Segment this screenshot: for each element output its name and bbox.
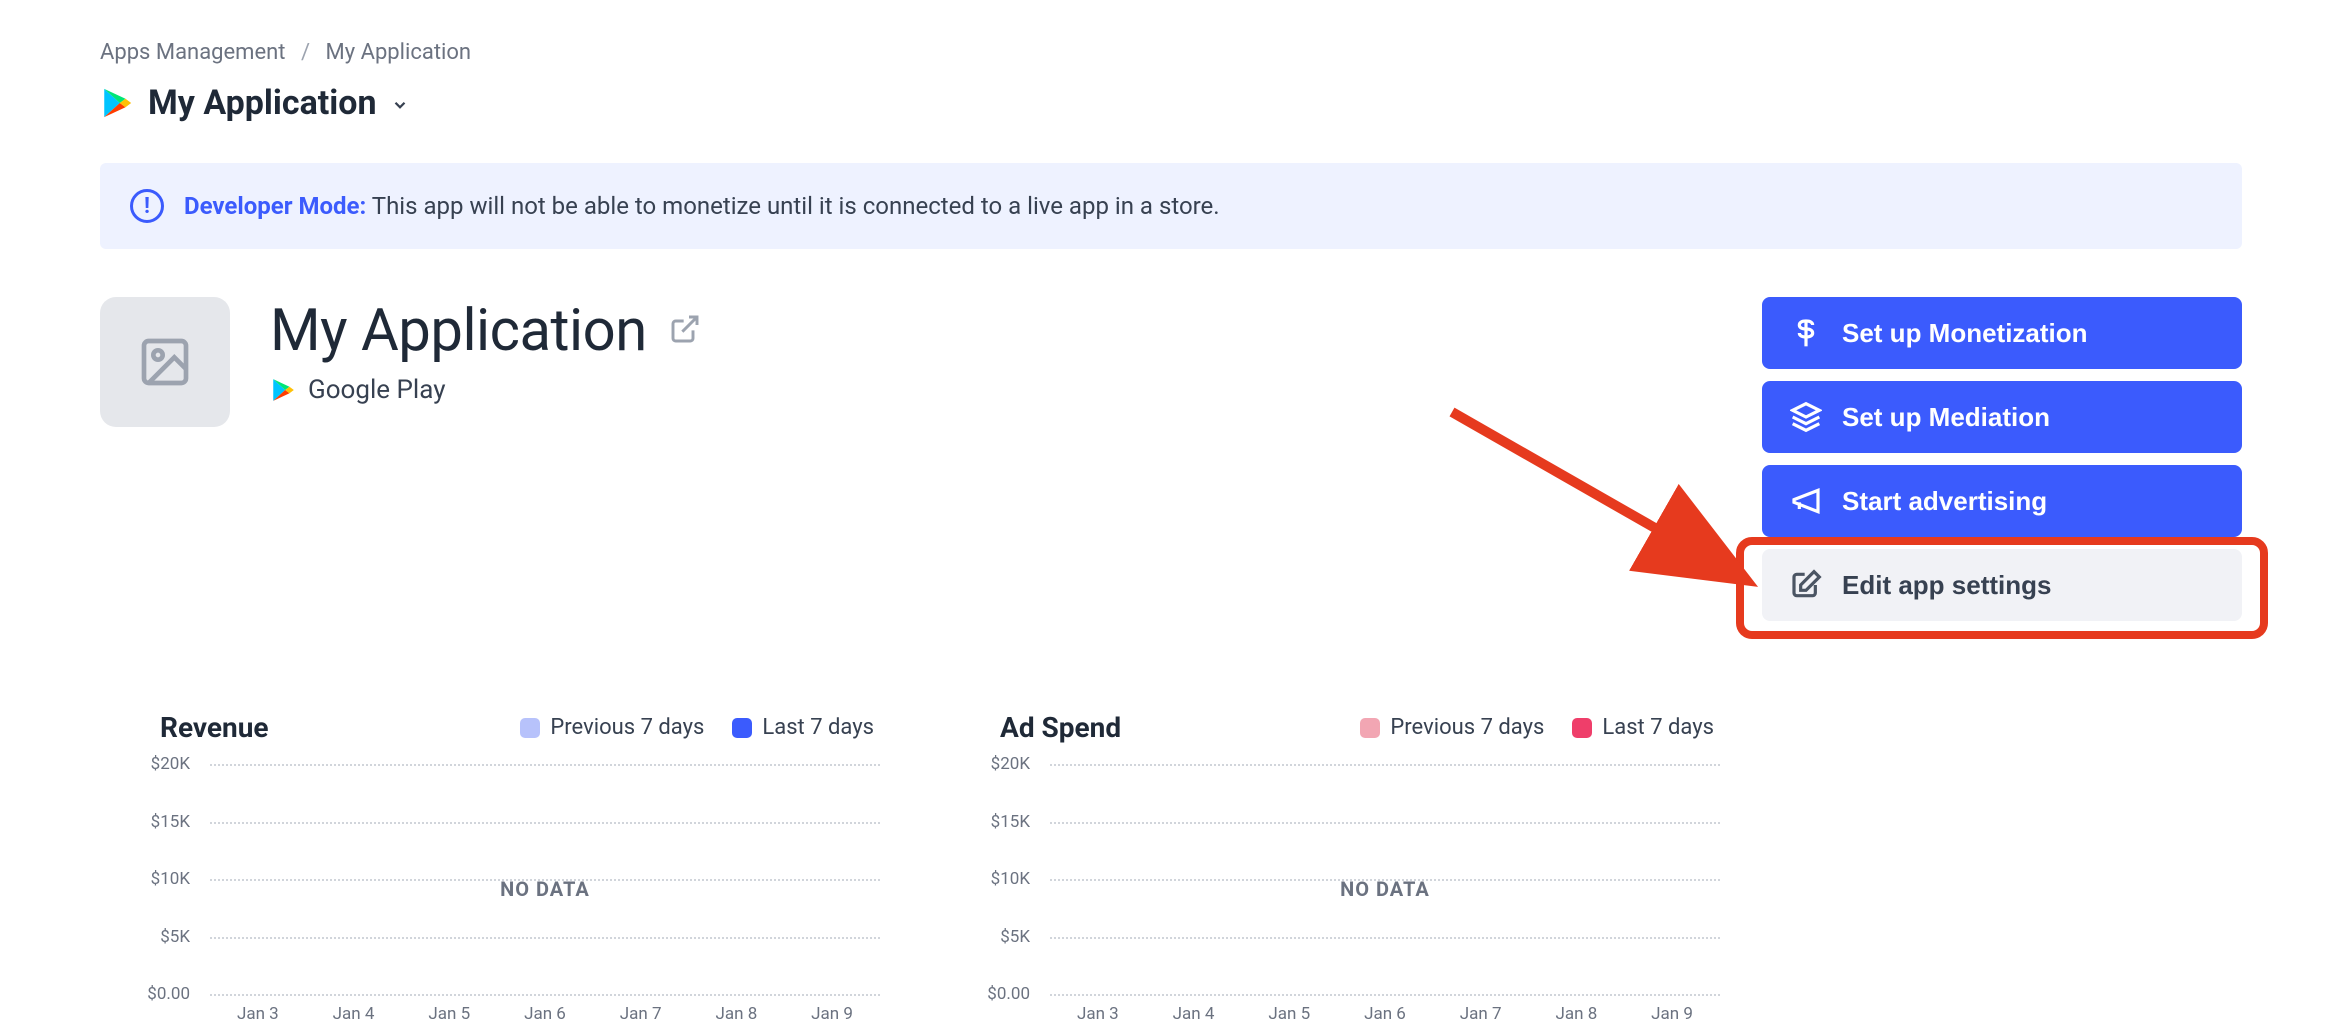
edit-icon bbox=[1790, 569, 1822, 601]
setup-monetization-button[interactable]: Set up Monetization bbox=[1762, 297, 2242, 369]
page-title: My Application bbox=[270, 297, 647, 365]
app-switcher[interactable]: My Application bbox=[100, 83, 2242, 123]
breadcrumb-root[interactable]: Apps Management bbox=[100, 40, 286, 65]
revenue-chart: Revenue Previous 7 days Last 7 days $20K… bbox=[100, 711, 880, 1024]
legend-swatch bbox=[732, 718, 752, 738]
breadcrumb: Apps Management / My Application bbox=[100, 40, 2242, 65]
chart-title: Revenue bbox=[160, 711, 269, 744]
gridline bbox=[210, 994, 880, 996]
banner-prefix: Developer Mode: bbox=[184, 192, 366, 220]
legend-label: Last 7 days bbox=[1602, 715, 1714, 740]
app-icon-placeholder bbox=[100, 297, 230, 427]
start-advertising-button[interactable]: Start advertising bbox=[1762, 465, 2242, 537]
x-tick: Jan 9 bbox=[1651, 1004, 1693, 1024]
store-name: Google Play bbox=[308, 375, 446, 405]
legend-label: Last 7 days bbox=[762, 715, 874, 740]
y-tick: $5K bbox=[1000, 927, 1030, 947]
dollar-icon bbox=[1790, 317, 1822, 349]
chart-legend: Previous 7 days Last 7 days bbox=[520, 715, 874, 740]
google-play-icon bbox=[270, 377, 296, 403]
layers-icon bbox=[1790, 401, 1822, 433]
adspend-chart: Ad Spend Previous 7 days Last 7 days $20… bbox=[940, 711, 1720, 1024]
y-tick: $10K bbox=[151, 869, 190, 889]
chevron-down-icon bbox=[391, 83, 409, 123]
legend-item-previous: Previous 7 days bbox=[520, 715, 704, 740]
x-tick: Jan 8 bbox=[715, 1004, 757, 1024]
gridline bbox=[1050, 822, 1720, 824]
no-data-label: NO DATA bbox=[1050, 877, 1720, 901]
banner-message: This app will not be able to monetize un… bbox=[372, 192, 1220, 220]
banner-text: Developer Mode: This app will not be abl… bbox=[184, 192, 1220, 220]
chart-legend: Previous 7 days Last 7 days bbox=[1360, 715, 1714, 740]
x-tick: Jan 5 bbox=[428, 1004, 470, 1024]
y-tick: $0.00 bbox=[147, 984, 190, 1004]
x-tick: Jan 7 bbox=[620, 1004, 662, 1024]
legend-item-last: Last 7 days bbox=[1572, 715, 1714, 740]
setup-monetization-label: Set up Monetization bbox=[1842, 318, 2088, 349]
setup-mediation-label: Set up Mediation bbox=[1842, 402, 2050, 433]
x-tick: Jan 6 bbox=[524, 1004, 566, 1024]
action-buttons: Set up Monetization Set up Mediation Sta… bbox=[1762, 297, 2242, 621]
breadcrumb-current: My Application bbox=[326, 40, 472, 65]
legend-swatch bbox=[520, 718, 540, 738]
y-tick: $15K bbox=[991, 812, 1030, 832]
x-tick: Jan 9 bbox=[811, 1004, 853, 1024]
y-tick: $20K bbox=[151, 754, 190, 774]
chart-title: Ad Spend bbox=[1000, 711, 1121, 744]
legend-swatch bbox=[1360, 718, 1380, 738]
gridline bbox=[1050, 994, 1720, 996]
x-tick: Jan 4 bbox=[333, 1004, 375, 1024]
chart-plot: $20K$15K$10K$5K$0.00 NO DATA Jan 3Jan 4J… bbox=[960, 764, 1720, 1024]
charts-row: Revenue Previous 7 days Last 7 days $20K… bbox=[100, 711, 2242, 1024]
info-icon: ! bbox=[130, 189, 164, 223]
x-tick: Jan 8 bbox=[1555, 1004, 1597, 1024]
y-tick: $0.00 bbox=[987, 984, 1030, 1004]
legend-item-last: Last 7 days bbox=[732, 715, 874, 740]
x-tick: Jan 3 bbox=[237, 1004, 279, 1024]
y-tick: $20K bbox=[991, 754, 1030, 774]
x-tick: Jan 7 bbox=[1460, 1004, 1502, 1024]
breadcrumb-separator: / bbox=[301, 40, 310, 65]
start-advertising-label: Start advertising bbox=[1842, 486, 2047, 517]
gridline bbox=[1050, 764, 1720, 766]
legend-swatch bbox=[1572, 718, 1592, 738]
gridline bbox=[210, 764, 880, 766]
gridline bbox=[210, 937, 880, 939]
x-tick: Jan 4 bbox=[1173, 1004, 1215, 1024]
chart-plot: $20K$15K$10K$5K$0.00 NO DATA Jan 3Jan 4J… bbox=[120, 764, 880, 1024]
x-tick: Jan 6 bbox=[1364, 1004, 1406, 1024]
gridline bbox=[210, 822, 880, 824]
legend-item-previous: Previous 7 days bbox=[1360, 715, 1544, 740]
y-tick: $15K bbox=[151, 812, 190, 832]
megaphone-icon bbox=[1790, 485, 1822, 517]
google-play-icon bbox=[100, 86, 134, 120]
legend-label: Previous 7 days bbox=[1390, 715, 1544, 740]
no-data-label: NO DATA bbox=[210, 877, 880, 901]
edit-app-settings-label: Edit app settings bbox=[1842, 570, 2051, 601]
annotation-arrow-icon bbox=[1442, 402, 1762, 602]
setup-mediation-button[interactable]: Set up Mediation bbox=[1762, 381, 2242, 453]
external-link-icon[interactable] bbox=[669, 313, 701, 349]
gridline bbox=[1050, 937, 1720, 939]
y-tick: $10K bbox=[991, 869, 1030, 889]
edit-app-settings-button[interactable]: Edit app settings bbox=[1762, 549, 2242, 621]
y-tick: $5K bbox=[160, 927, 190, 947]
legend-label: Previous 7 days bbox=[550, 715, 704, 740]
x-tick: Jan 3 bbox=[1077, 1004, 1119, 1024]
developer-mode-banner: ! Developer Mode: This app will not be a… bbox=[100, 163, 2242, 249]
app-switcher-name: My Application bbox=[148, 83, 377, 123]
x-tick: Jan 5 bbox=[1268, 1004, 1310, 1024]
